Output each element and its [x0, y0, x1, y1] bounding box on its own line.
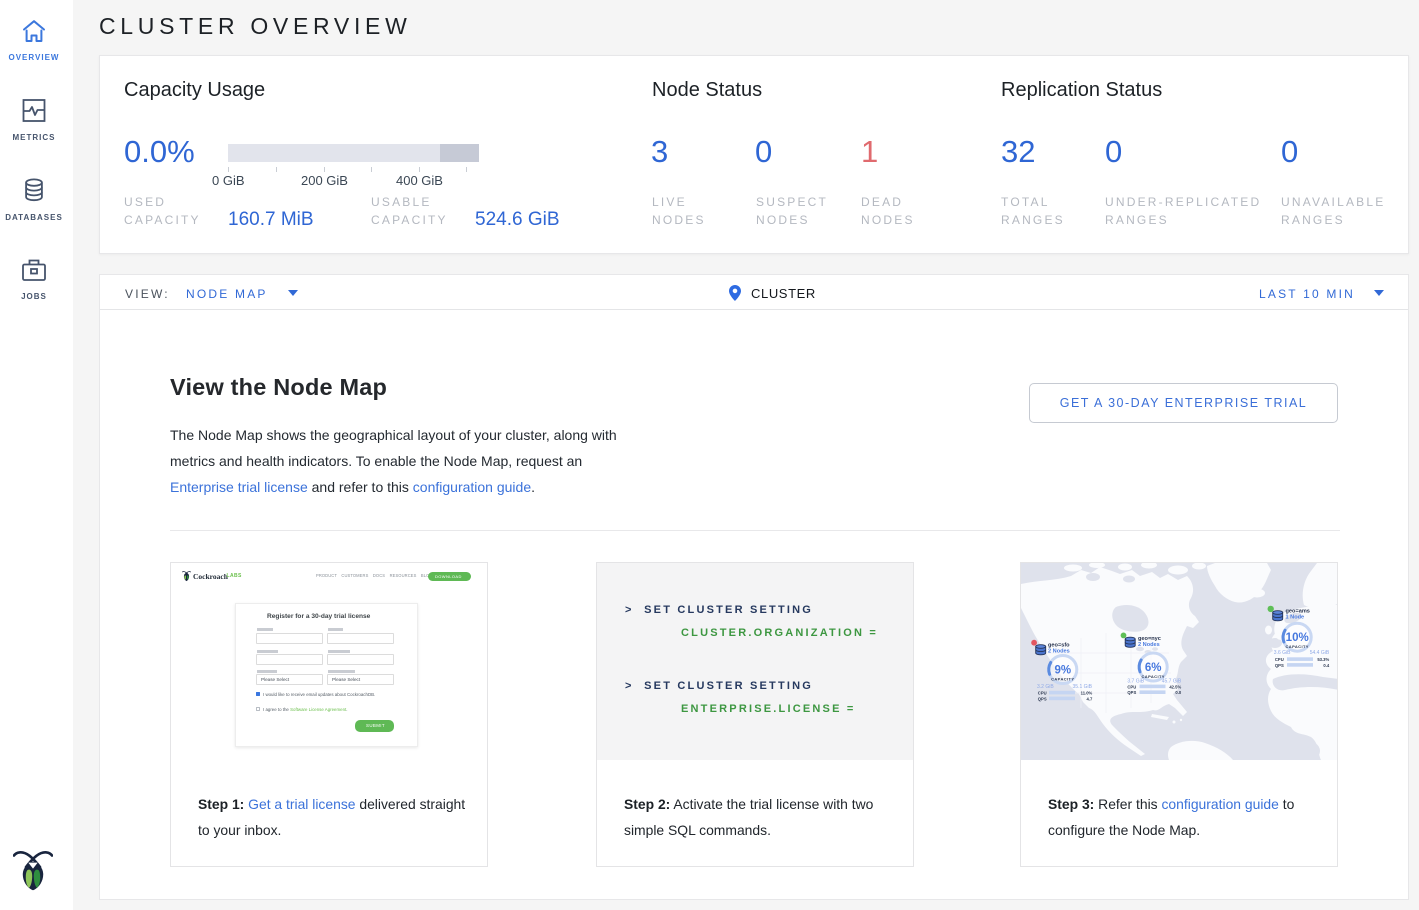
- svg-text:1 Node: 1 Node: [1286, 615, 1305, 621]
- svg-text:geo=sfo: geo=sfo: [1048, 643, 1070, 649]
- svg-text:CAPACITY: CAPACITY: [1286, 644, 1309, 649]
- svg-text:3.2 GiB: 3.2 GiB: [1037, 684, 1054, 690]
- svg-text:QPS: QPS: [1275, 663, 1284, 668]
- svg-text:9%: 9%: [1054, 665, 1071, 677]
- svg-text:42.5%: 42.5%: [1169, 684, 1181, 689]
- svg-text:CPU: CPU: [1038, 691, 1047, 696]
- svg-text:CAPACITY: CAPACITY: [1051, 677, 1074, 682]
- svg-text:CPU: CPU: [1275, 657, 1284, 662]
- svg-text:QPS: QPS: [1038, 696, 1047, 701]
- svg-text:0.4: 0.4: [1323, 663, 1329, 668]
- svg-text:QPS: QPS: [1127, 690, 1136, 695]
- svg-text:11.0%: 11.0%: [1081, 691, 1093, 696]
- svg-text:3.6 GiB: 3.6 GiB: [1274, 650, 1291, 656]
- svg-text:2 Nodes: 2 Nodes: [1048, 649, 1070, 655]
- svg-text:35.1 GiB: 35.1 GiB: [1073, 684, 1093, 690]
- svg-text:CPU: CPU: [1127, 684, 1136, 689]
- svg-text:53.3%: 53.3%: [1317, 657, 1329, 662]
- svg-text:6%: 6%: [1145, 662, 1162, 674]
- svg-text:54.4 GiB: 54.4 GiB: [1310, 650, 1330, 656]
- svg-text:geo=ams: geo=ams: [1286, 609, 1310, 615]
- svg-text:0.0: 0.0: [1175, 690, 1181, 695]
- svg-text:2 Nodes: 2 Nodes: [1138, 642, 1160, 648]
- svg-text:4.7: 4.7: [1086, 696, 1092, 701]
- svg-text:10%: 10%: [1286, 632, 1309, 644]
